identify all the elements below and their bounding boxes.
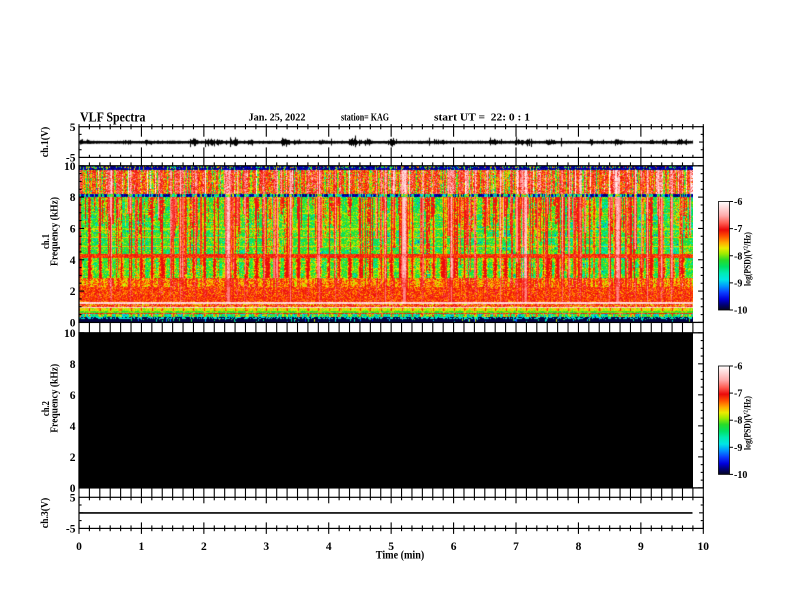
svg-text:ch.1(V): ch.1(V) (40, 126, 51, 157)
svg-text:-7: -7 (734, 389, 742, 400)
svg-text:4: 4 (70, 421, 76, 433)
svg-text:log(PSD)(V2/Hz): log(PSD)(V2/Hz) (743, 232, 753, 286)
svg-text:2: 2 (70, 452, 76, 464)
svg-text:-6: -6 (734, 197, 742, 208)
svg-text:log(PSD)(V2/Hz): log(PSD)(V2/Hz) (743, 396, 753, 450)
svg-text:start UT = 22: 0 : 1: start UT = 22: 0 : 1 (434, 112, 530, 124)
svg-text:8: 8 (70, 192, 76, 204)
svg-text:10: 10 (64, 328, 76, 340)
svg-text:0: 0 (76, 541, 82, 553)
svg-text:6: 6 (70, 223, 76, 235)
svg-text:ch.3(V): ch.3(V) (40, 497, 51, 528)
svg-text:VLF Spectra: VLF Spectra (80, 109, 146, 124)
svg-text:-10: -10 (734, 306, 747, 317)
svg-text:-5: -5 (66, 523, 76, 535)
svg-text:-9: -9 (734, 443, 742, 454)
svg-text:5: 5 (70, 122, 76, 134)
svg-text:9: 9 (638, 541, 644, 553)
svg-text:-8: -8 (734, 416, 742, 427)
svg-text:-6: -6 (734, 362, 742, 373)
svg-text:10: 10 (64, 161, 76, 173)
svg-text:2: 2 (70, 286, 76, 298)
svg-text:4: 4 (70, 255, 76, 267)
svg-text:-9: -9 (734, 278, 742, 289)
svg-text:Jan. 25, 2022: Jan. 25, 2022 (249, 112, 306, 124)
svg-text:Frequency (kHz): Frequency (kHz) (50, 364, 61, 433)
svg-text:-10: -10 (734, 470, 747, 481)
svg-text:5: 5 (70, 493, 76, 505)
svg-text:6: 6 (70, 390, 76, 402)
svg-text:10: 10 (698, 541, 710, 553)
svg-text:7: 7 (513, 541, 519, 553)
svg-text:-8: -8 (734, 251, 742, 262)
svg-text:1: 1 (139, 541, 145, 553)
svg-text:2: 2 (201, 541, 207, 553)
svg-text:-7: -7 (734, 224, 742, 235)
svg-text:8: 8 (576, 541, 582, 553)
svg-text:8: 8 (70, 359, 76, 371)
svg-text:6: 6 (451, 541, 457, 553)
svg-text:4: 4 (326, 541, 332, 553)
svg-text:station= KAG: station= KAG (341, 112, 389, 124)
svg-text:3: 3 (263, 541, 269, 553)
svg-text:Time (min): Time (min) (376, 550, 425, 562)
svg-text:Frequency (kHz): Frequency (kHz) (50, 197, 61, 266)
